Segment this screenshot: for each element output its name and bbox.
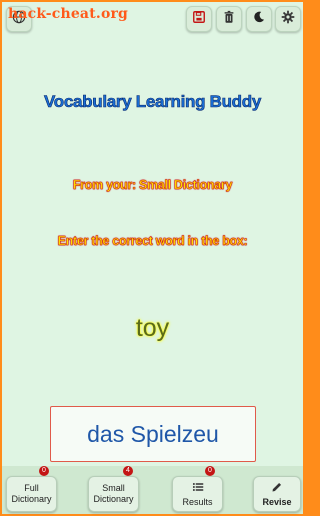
settings-button[interactable] (275, 6, 301, 32)
results-button[interactable]: Results (172, 476, 223, 512)
small-dictionary-line2: Dictionary (93, 494, 134, 504)
dictionary-source-label: From your: Small Dictionary (72, 178, 233, 192)
instruction-label: Enter the correct word in the box: (57, 234, 248, 248)
full-dictionary-line1: Full (24, 483, 39, 493)
small-dictionary-badge: 4 (123, 466, 133, 476)
app-title: Vocabulary Learning Buddy (43, 92, 262, 112)
full-dictionary-button[interactable]: Full Dictionary (6, 476, 57, 512)
delete-button[interactable] (216, 6, 242, 32)
results-label: Results (182, 496, 213, 507)
answer-input[interactable]: das Spielzeu (50, 406, 256, 462)
revise-button[interactable]: Revise (253, 476, 301, 512)
answer-text: das Spielzeu (87, 420, 219, 447)
results-badge: 0 (205, 466, 215, 476)
small-dictionary-line1: Small (102, 483, 125, 493)
save-button[interactable] (186, 6, 212, 32)
app-frame: hack-cheat.org Vocabulary Learning Buddy… (2, 2, 303, 514)
full-dictionary-badge: 0 (39, 466, 49, 476)
save-icon (192, 10, 206, 29)
pencil-icon (271, 481, 283, 497)
list-icon (192, 481, 204, 497)
full-dictionary-line2: Dictionary (11, 494, 52, 504)
revise-label: Revise (262, 496, 292, 507)
dark-mode-button[interactable] (246, 6, 272, 32)
trash-icon (222, 10, 236, 29)
watermark: hack-cheat.org (8, 6, 129, 22)
small-dictionary-button[interactable]: Small Dictionary (88, 476, 139, 512)
moon-icon (252, 10, 266, 29)
prompt-word: toy (135, 314, 170, 342)
gear-icon (281, 10, 295, 29)
